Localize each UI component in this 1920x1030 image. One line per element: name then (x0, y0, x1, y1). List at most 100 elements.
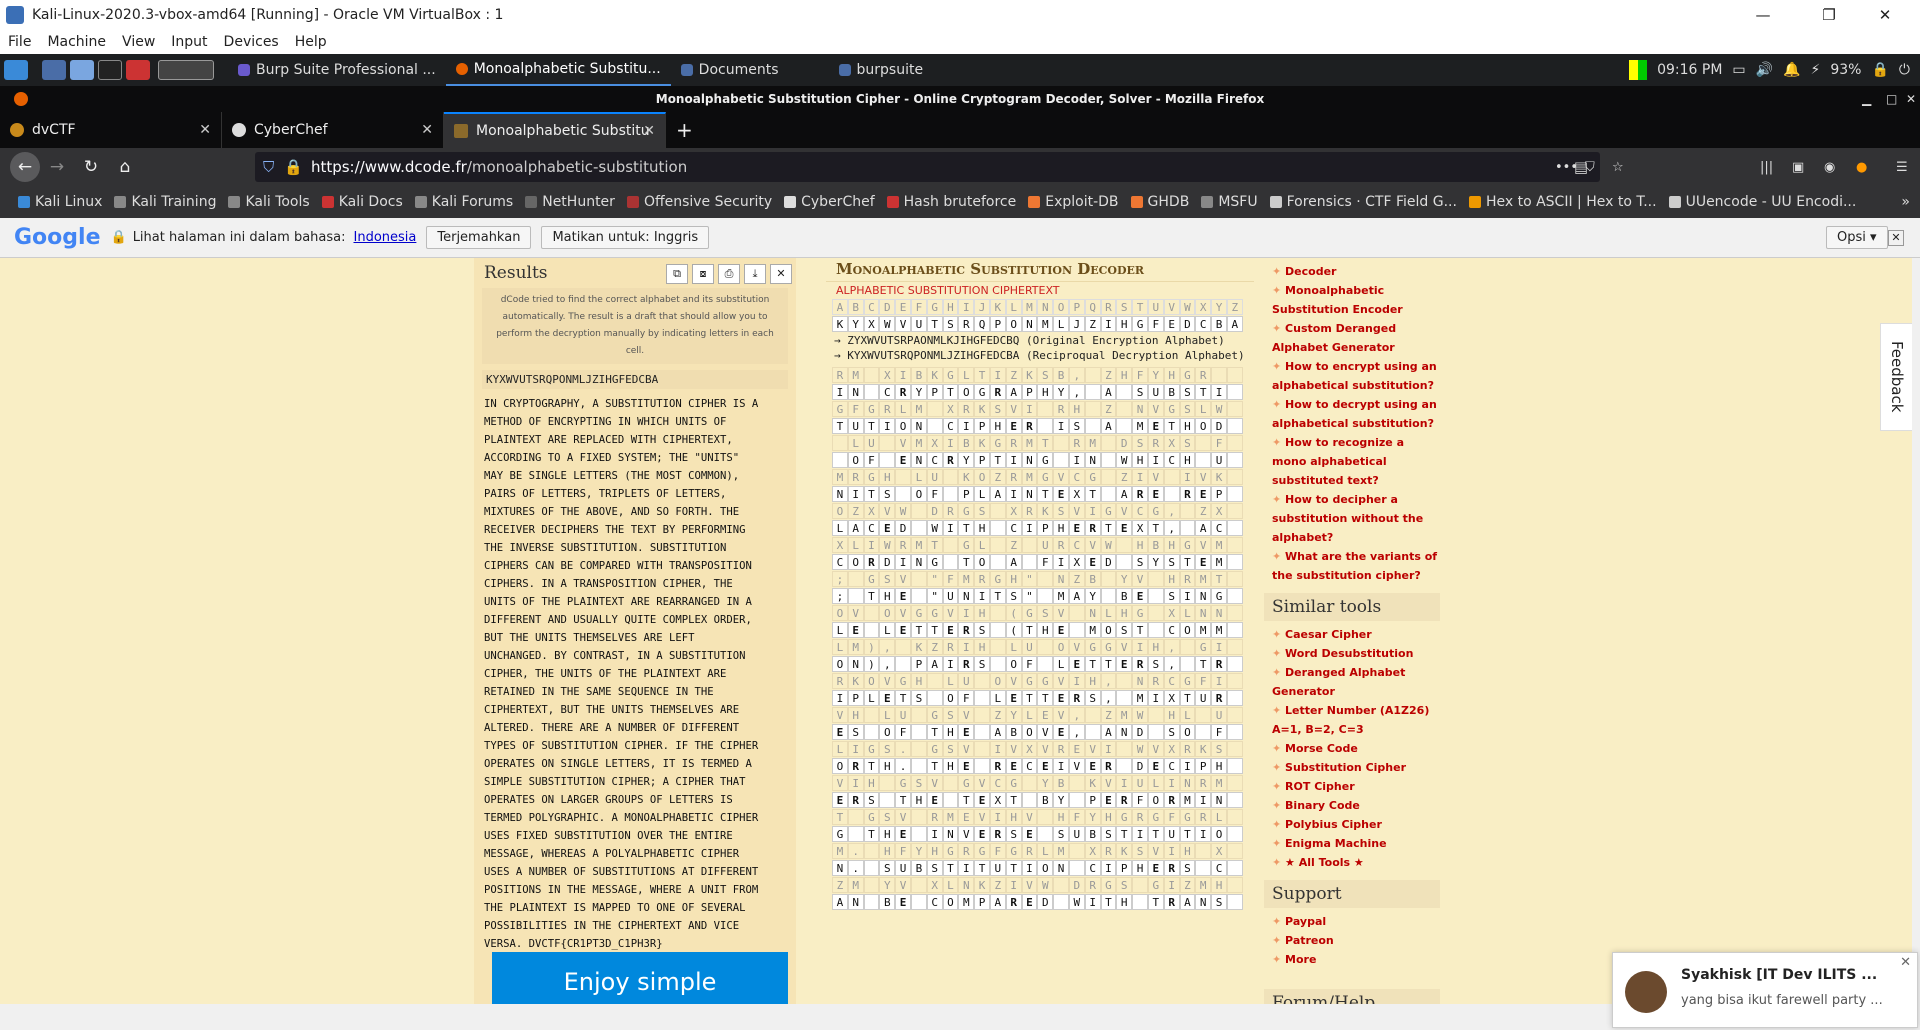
page-actions-icon[interactable]: ••• (1555, 160, 1578, 175)
plaintext-cell[interactable]: X (1068, 486, 1085, 502)
plaintext-cell[interactable]: I (895, 554, 911, 570)
plaintext-cell[interactable]: I (1053, 418, 1069, 434)
menu-input[interactable]: Input (163, 34, 215, 50)
plaintext-cell[interactable]: S (1211, 894, 1227, 910)
plaintext-cell[interactable] (1100, 452, 1117, 468)
plaintext-cell[interactable]: I (942, 656, 959, 672)
plaintext-cell[interactable] (1226, 758, 1243, 774)
plaintext-cell[interactable]: E (1053, 724, 1069, 740)
plaintext-cell[interactable]: E (1005, 690, 1022, 706)
plaintext-cell[interactable]: I (1147, 452, 1164, 468)
plaintext-cell[interactable]: R (1132, 486, 1148, 502)
sidebar-link[interactable]: How to encrypt using an alphabetical sub… (1264, 357, 1440, 395)
plaintext-cell[interactable]: N (847, 656, 864, 672)
plaintext-cell[interactable]: G (974, 384, 990, 400)
file-manager-icon[interactable] (70, 60, 94, 80)
new-tab-button[interactable]: + (666, 112, 703, 148)
plaintext-cell[interactable]: S (1163, 554, 1180, 570)
plaintext-cell[interactable]: U (989, 860, 1006, 876)
plaintext-cell[interactable]: V (1068, 758, 1085, 774)
plaintext-cell[interactable]: C (1211, 520, 1227, 536)
plaintext-cell[interactable]: T (1195, 384, 1212, 400)
plaintext-cell[interactable]: M (958, 894, 975, 910)
plaintext-cell[interactable]: S (1100, 826, 1117, 842)
plaintext-cell[interactable]: U (895, 860, 911, 876)
plaintext-cell[interactable]: D (1132, 758, 1148, 774)
menu-icon[interactable]: ☰ (1896, 160, 1908, 175)
plaintext-cell[interactable]: O (1005, 656, 1022, 672)
plaintext-cell[interactable] (1147, 724, 1164, 740)
plaintext-cell[interactable] (1037, 418, 1054, 434)
plaintext-cell[interactable]: I (1068, 452, 1085, 468)
plaintext-cell[interactable] (926, 690, 943, 706)
plaintext-cell[interactable]: F (1021, 656, 1038, 672)
plaintext-cell[interactable]: A (1068, 588, 1085, 604)
plaintext-cell[interactable] (1179, 656, 1196, 672)
plaintext-cell[interactable]: A (832, 894, 848, 910)
plaintext-cell[interactable] (1226, 724, 1243, 740)
plaintext-cell[interactable]: T (926, 758, 943, 774)
plaintext-cell[interactable]: T (910, 622, 927, 638)
close-tab-icon[interactable]: ✕ (421, 122, 433, 138)
plaintext-cell[interactable]: M (1179, 792, 1196, 808)
kali-menu-icon[interactable] (4, 60, 28, 80)
plaintext-cell[interactable]: C (1163, 758, 1180, 774)
plaintext-cell[interactable]: E (1053, 486, 1069, 502)
plaintext-cell[interactable]: O (910, 486, 927, 502)
plaintext-cell[interactable]: U (1068, 826, 1085, 842)
plaintext-cell[interactable]: T (1163, 418, 1180, 434)
plaintext-cell[interactable]: E (1147, 418, 1164, 434)
plaintext-cell[interactable]: O (832, 656, 848, 672)
plaintext-cell[interactable]: O (1037, 860, 1054, 876)
plaintext-cell[interactable]: I (1195, 792, 1212, 808)
plaintext-cell[interactable]: E (879, 690, 896, 706)
plaintext-cell[interactable]: R (989, 384, 1006, 400)
sidebar-icon[interactable]: ▣ (1792, 160, 1804, 175)
plaintext-cell[interactable]: . (847, 860, 864, 876)
plaintext-cell[interactable]: A (989, 724, 1006, 740)
plaintext-cell[interactable]: E (1021, 894, 1038, 910)
ff-close-button[interactable]: ✕ (1906, 86, 1916, 112)
plaintext-cell[interactable] (1226, 554, 1243, 570)
plaintext-cell[interactable]: " (926, 588, 943, 604)
plaintext-cell[interactable]: O (958, 384, 975, 400)
plaintext-cell[interactable] (863, 860, 880, 876)
library-icon[interactable]: ||| (1760, 160, 1773, 175)
plaintext-cell[interactable] (1195, 724, 1212, 740)
plaintext-cell[interactable] (1068, 860, 1085, 876)
results-text[interactable]: IN CRYPTOGRAPHY, A SUBSTITUTION CIPHER I… (484, 395, 786, 953)
copy-button[interactable]: ⧉ (666, 264, 688, 284)
plaintext-cell[interactable] (1226, 520, 1243, 536)
sidebar-link[interactable]: How to decipher a substitution without t… (1264, 490, 1440, 547)
plaintext-cell[interactable]: E (942, 622, 959, 638)
display-icon[interactable]: ▭ (1732, 62, 1745, 78)
plaintext-cell[interactable]: B (1084, 826, 1101, 842)
bookmark-offsec[interactable]: Offensive Security (621, 194, 778, 210)
plaintext-cell[interactable]: T (989, 588, 1006, 604)
plaintext-cell[interactable]: D (1132, 724, 1148, 740)
plaintext-cell[interactable]: R (1179, 486, 1196, 502)
plaintext-cell[interactable]: E (974, 792, 990, 808)
plaintext-cell[interactable]: E (1116, 656, 1133, 672)
plaintext-cell[interactable] (1195, 860, 1212, 876)
plaintext-cell[interactable]: T (958, 554, 975, 570)
language-select[interactable]: Indonesia (354, 230, 417, 245)
plaintext-cell[interactable]: I (1005, 452, 1022, 468)
plaintext-cell[interactable]: I (1195, 826, 1212, 842)
plaintext-cell[interactable]: I (1211, 384, 1227, 400)
plaintext-cell[interactable]: R (1211, 690, 1227, 706)
plaintext-cell[interactable]: F (863, 452, 880, 468)
plaintext-cell[interactable]: A (1005, 554, 1022, 570)
plaintext-cell[interactable] (1037, 826, 1054, 842)
plaintext-cell[interactable]: L (832, 622, 848, 638)
volume-icon[interactable]: 🔊 (1756, 62, 1773, 78)
plaintext-cell[interactable]: W (926, 520, 943, 536)
download-button[interactable]: ⤓ (744, 264, 766, 284)
plaintext-cell[interactable] (1226, 656, 1243, 672)
plaintext-cell[interactable]: B (1005, 724, 1022, 740)
plaintext-cell[interactable]: S (1005, 826, 1022, 842)
plaintext-cell[interactable]: I (1084, 894, 1101, 910)
plaintext-cell[interactable]: P (1021, 384, 1038, 400)
sidebar-link[interactable]: What are the variants of the substitutio… (1264, 547, 1440, 585)
plaintext-cell[interactable]: N (1195, 588, 1212, 604)
